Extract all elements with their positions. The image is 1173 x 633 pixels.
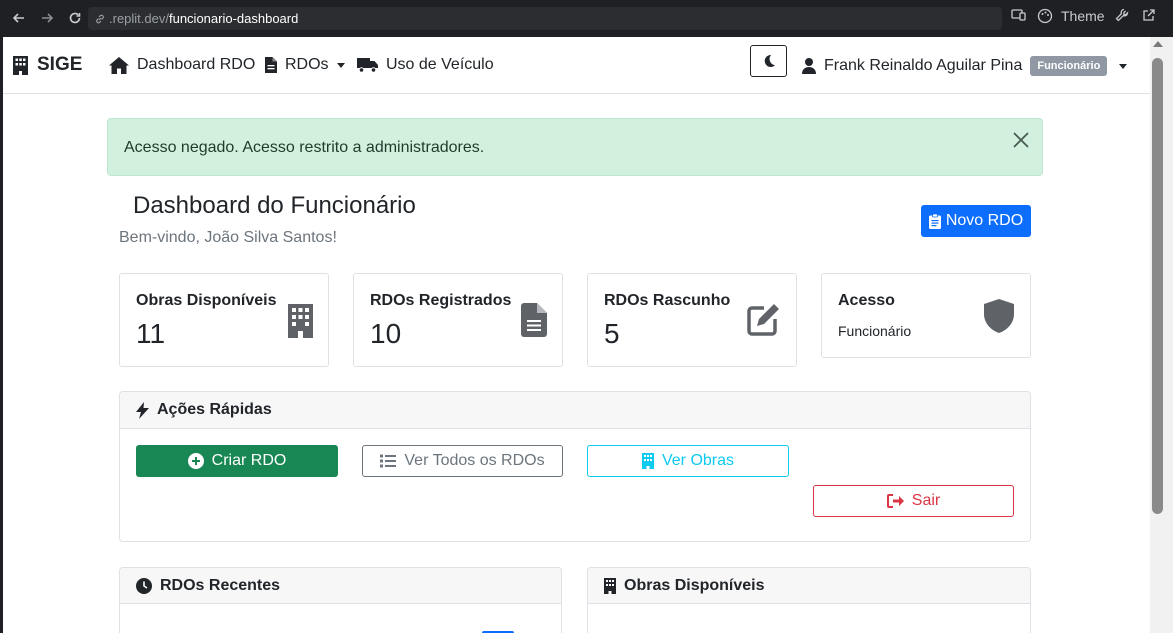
shield-icon	[984, 299, 1014, 333]
recent-rdos-title: RDOs Recentes	[160, 576, 281, 594]
building-icon	[604, 577, 616, 594]
user-name: Frank Reinaldo Aguilar Pina	[824, 57, 1023, 74]
nav-dashboard-rdo[interactable]: Dashboard RDO	[109, 56, 255, 74]
devices-icon[interactable]	[1011, 8, 1027, 22]
new-rdo-label: Novo RDO	[945, 212, 1024, 229]
available-obras-title: Obras Disponíveis	[624, 576, 765, 594]
file-icon	[265, 57, 277, 73]
quick-actions-header: Ações Rápidas	[120, 392, 1030, 429]
clipboard-icon	[928, 213, 941, 229]
create-rdo-button[interactable]: Criar RDO	[136, 445, 338, 477]
logout-label: Sair	[911, 492, 941, 509]
new-rdo-button[interactable]: Novo RDO	[921, 205, 1031, 237]
chevron-down-icon	[1119, 63, 1128, 69]
brand[interactable]: SIGE	[13, 54, 82, 76]
top-navbar: SIGE Dashboard RDO RDOs Uso de Veículo F…	[3, 37, 1150, 94]
logout-button[interactable]: Sair	[813, 485, 1014, 517]
forward-icon[interactable]	[35, 6, 59, 30]
nav-rdos-label: RDOs	[285, 56, 329, 73]
open-external-icon[interactable]	[1142, 8, 1156, 22]
nav-uso-veiculo[interactable]: Uso de Veículo	[357, 56, 494, 74]
recent-rdos-card: RDOs Recentes	[119, 567, 562, 633]
stat-value: 10	[370, 318, 402, 349]
theme-button[interactable]: Theme	[1037, 8, 1105, 24]
scrollbar-thumb[interactable]	[1152, 58, 1163, 514]
user-icon	[802, 58, 816, 74]
list-icon	[380, 454, 397, 468]
moon-icon	[764, 54, 775, 67]
create-rdo-label: Criar RDO	[211, 452, 287, 469]
theme-label: Theme	[1061, 8, 1105, 24]
web-page: SIGE Dashboard RDO RDOs Uso de Veículo F…	[3, 37, 1150, 633]
building-icon	[13, 55, 28, 75]
view-all-rdos-button[interactable]: Ver Todos os RDOs	[362, 445, 563, 477]
sign-out-icon	[886, 494, 904, 508]
scroll-up-icon[interactable]	[1153, 41, 1163, 47]
reload-icon[interactable]	[63, 6, 87, 30]
role-badge: Funcionário	[1030, 56, 1108, 76]
building-icon	[288, 304, 313, 338]
clock-icon	[136, 577, 152, 594]
recent-rdos-header: RDOs Recentes	[120, 568, 561, 604]
user-menu[interactable]: Frank Reinaldo Aguilar Pina Funcionário	[802, 56, 1128, 76]
stat-label: RDOs Rascunho	[604, 292, 731, 309]
stat-label: RDOs Registrados	[370, 292, 512, 309]
stat-value: 11	[136, 318, 166, 349]
chevron-down-icon	[336, 62, 345, 68]
available-obras-card: Obras Disponíveis	[587, 567, 1031, 633]
close-icon[interactable]	[1010, 129, 1032, 151]
stat-card-rdos-registrados: RDOs Registrados 10	[353, 273, 563, 367]
home-icon	[109, 56, 129, 74]
stat-card-rdos-rascunho: RDOs Rascunho 5	[587, 273, 797, 367]
available-obras-header: Obras Disponíveis	[588, 568, 1030, 604]
welcome-message: Bem-vindo, João Silva Santos!	[119, 229, 337, 246]
palette-icon	[1037, 8, 1053, 24]
edit-icon	[747, 304, 779, 336]
stat-value: Funcionário	[838, 323, 912, 339]
url-prefix: .replit.dev/	[109, 11, 169, 26]
access-denied-alert: Acesso negado. Acesso restrito a adminis…	[107, 118, 1043, 176]
nav-rdos-dropdown[interactable]: RDOs	[265, 56, 345, 74]
alert-message: Acesso negado. Acesso restrito a adminis…	[124, 139, 485, 156]
stat-label: Obras Disponíveis	[136, 292, 277, 309]
building-icon	[641, 453, 654, 469]
stat-card-acesso: Acesso Funcionário	[821, 273, 1031, 358]
dark-mode-toggle[interactable]	[750, 45, 787, 77]
address-bar[interactable]: .replit.dev/funcionario-dashboard	[88, 7, 1002, 30]
nav-dashboard-label: Dashboard RDO	[137, 56, 256, 73]
stat-card-obras: Obras Disponíveis 11	[119, 273, 329, 367]
wrench-icon[interactable]	[1115, 8, 1129, 22]
stat-value: 5	[604, 318, 620, 349]
view-obras-button[interactable]: Ver Obras	[587, 445, 789, 477]
browser-toolbar: .replit.dev/funcionario-dashboard Theme	[0, 0, 1173, 37]
bolt-icon	[136, 401, 149, 419]
link-icon	[96, 14, 104, 23]
view-all-rdos-label: Ver Todos os RDOs	[404, 452, 545, 469]
back-icon[interactable]	[7, 6, 31, 30]
stat-label: Acesso	[838, 292, 895, 309]
quick-actions-card: Ações Rápidas Criar RDO Ver Todos os RDO…	[119, 391, 1031, 542]
view-obras-label: Ver Obras	[661, 452, 735, 469]
document-icon	[521, 303, 547, 337]
url-path: funcionario-dashboard	[168, 11, 299, 26]
page-title: Dashboard do Funcionário	[133, 192, 416, 219]
brand-name: SIGE	[37, 54, 83, 75]
quick-actions-title: Ações Rápidas	[157, 401, 272, 418]
truck-icon	[357, 58, 378, 73]
plus-circle-icon	[187, 453, 204, 469]
nav-uso-veiculo-label: Uso de Veículo	[386, 56, 494, 73]
